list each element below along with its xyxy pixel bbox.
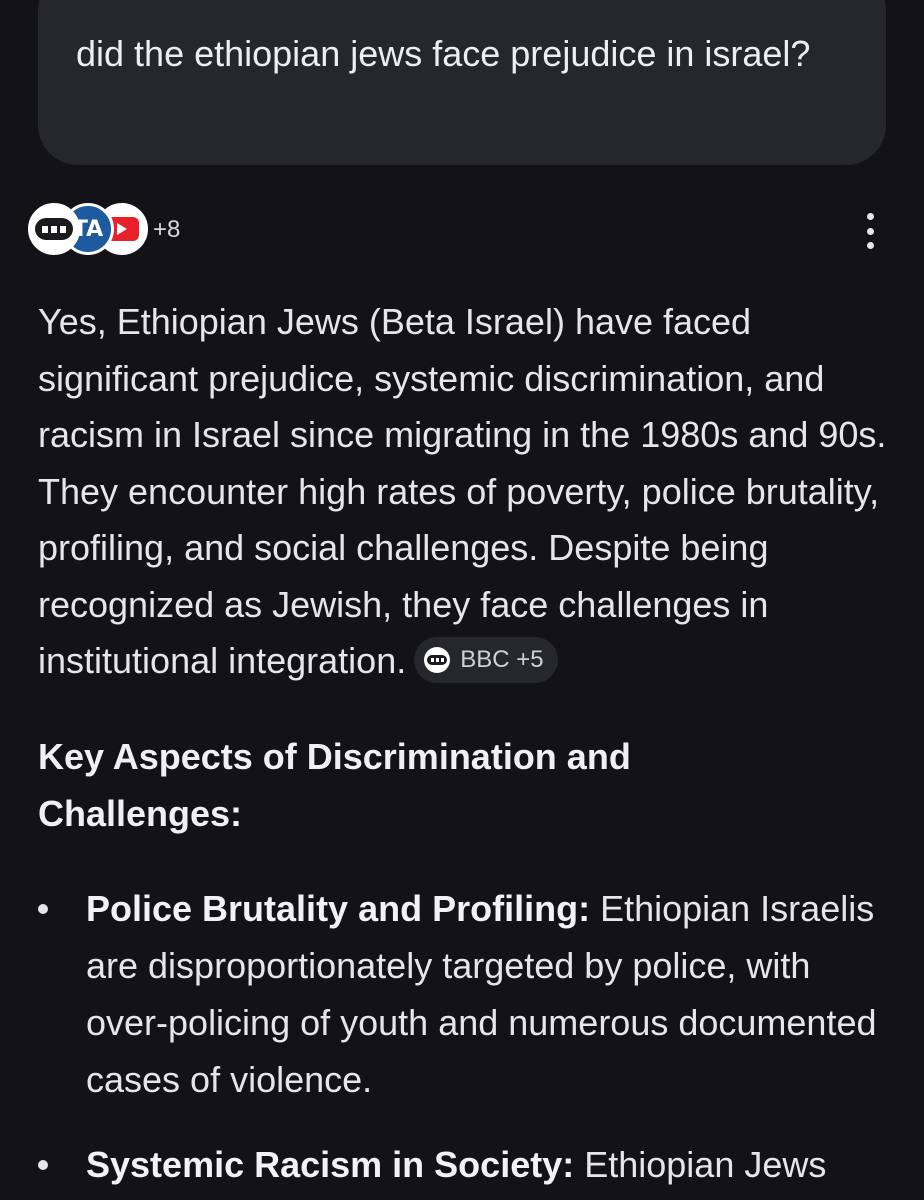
sources-row[interactable]: TA +8 — [28, 203, 888, 257]
more-options-icon[interactable] — [860, 213, 880, 249]
list-item: Police Brutality and Profiling: Ethiopia… — [38, 880, 888, 1108]
citation-chip[interactable]: BBC +5 — [414, 637, 558, 684]
bullet-title: Police Brutality and Profiling: — [86, 888, 591, 929]
answer-paragraph: Yes, Ethiopian Jews (Beta Israel) have f… — [38, 294, 898, 690]
bullet-icon — [38, 1160, 48, 1170]
bbc-icon[interactable] — [28, 203, 80, 255]
citation-chip-label: BBC +5 — [460, 646, 544, 674]
section-heading: Key Aspects of Discrimination and Challe… — [38, 736, 631, 834]
user-query-bubble: did the ethiopian jews face prejudice in… — [38, 0, 886, 165]
answer-text: Yes, Ethiopian Jews (Beta Israel) have f… — [38, 301, 887, 681]
bullet-text: Ethiopian Jews — [574, 1144, 827, 1185]
ai-answer-screen: did the ethiopian jews face prejudice in… — [0, 0, 924, 1200]
bbc-icon — [424, 647, 451, 674]
user-query-text: did the ethiopian jews face prejudice in… — [76, 33, 811, 74]
more-sources-count[interactable]: +8 — [153, 216, 180, 244]
bullet-icon — [38, 904, 48, 914]
bullet-title: Systemic Racism in Society: — [86, 1144, 575, 1185]
list-item: Systemic Racism in Society: Ethiopian Je… — [38, 1136, 888, 1193]
